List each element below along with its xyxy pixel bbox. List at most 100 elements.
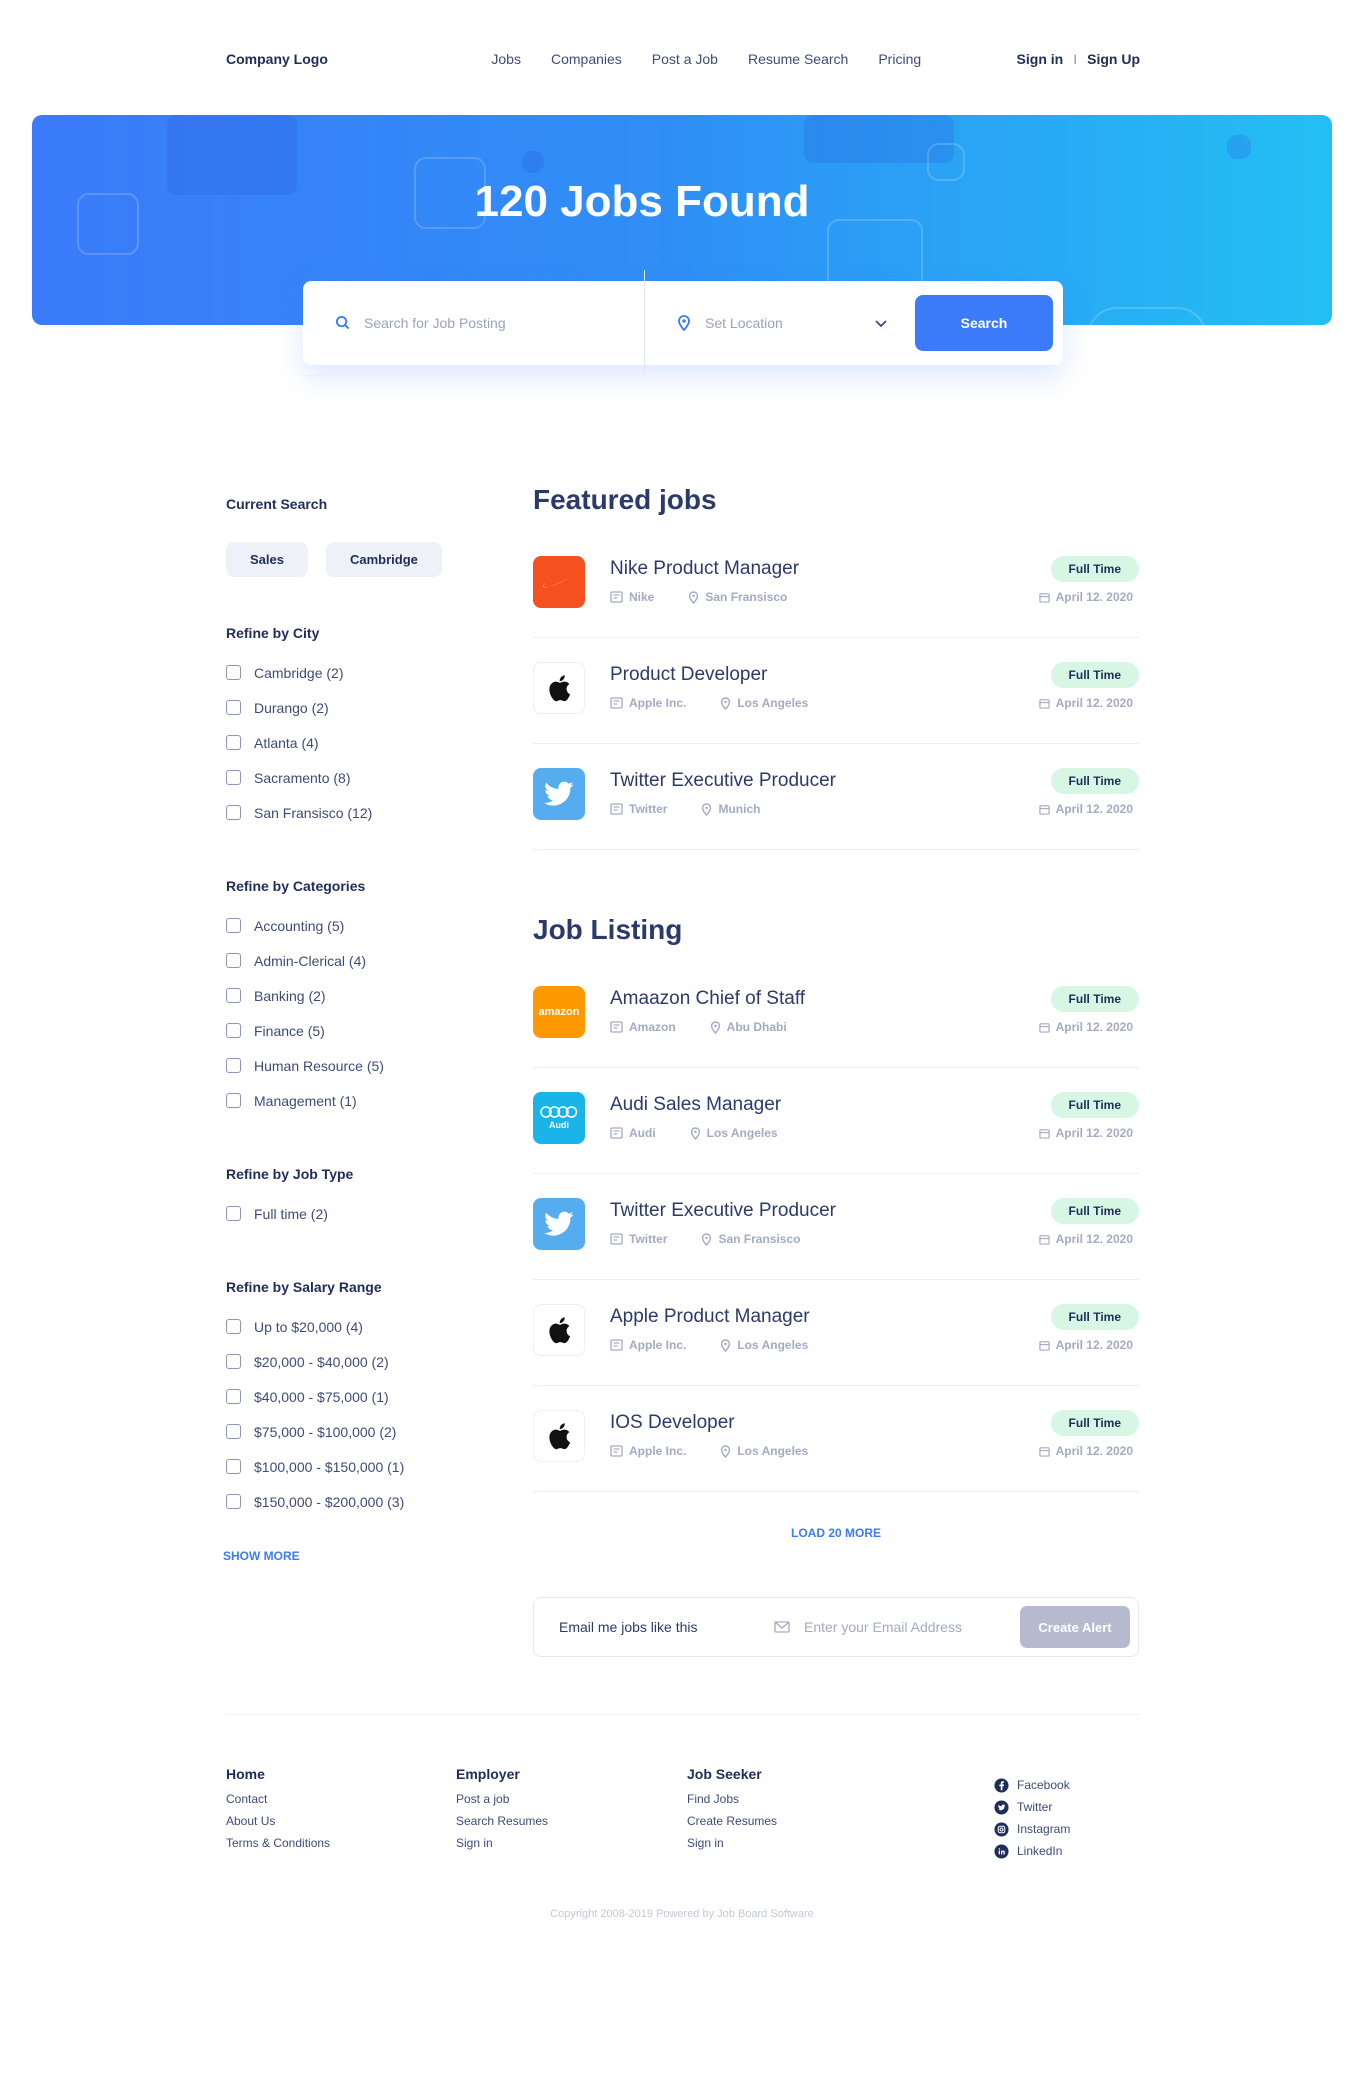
- job-location-name: Los Angeles: [737, 1444, 809, 1458]
- footer-link[interactable]: Terms & Conditions: [226, 1836, 330, 1858]
- city-checkbox[interactable]: Sacramento (8): [226, 760, 486, 795]
- job-search-input[interactable]: Search for Job Posting: [303, 270, 645, 376]
- job-location: Los Angeles: [690, 1126, 778, 1140]
- checkbox-box[interactable]: [226, 700, 241, 715]
- job-title[interactable]: Twitter Executive Producer: [610, 1200, 836, 1222]
- job-card[interactable]: Twitter Executive Producer Twitter San F…: [533, 1174, 1139, 1280]
- location-pin-icon: [690, 1126, 700, 1140]
- job-card[interactable]: Apple Product Manager Apple Inc. Los Ang…: [533, 1280, 1139, 1386]
- social-twitter[interactable]: Twitter: [994, 1796, 1070, 1818]
- footer-link[interactable]: Find Jobs: [687, 1792, 777, 1814]
- hero-decor: [522, 151, 544, 173]
- checkbox-box[interactable]: [226, 665, 241, 680]
- job-company-name: Apple Inc.: [629, 1444, 687, 1458]
- nav-jobs[interactable]: Jobs: [491, 51, 521, 67]
- footer-home-title[interactable]: Home: [226, 1766, 330, 1782]
- nav-pricing[interactable]: Pricing: [878, 51, 921, 67]
- checkbox-box[interactable]: [226, 1319, 241, 1334]
- nav-resume-search[interactable]: Resume Search: [748, 51, 848, 67]
- job-title[interactable]: IOS Developer: [610, 1412, 735, 1434]
- refine-city: Refine by City Cambridge (2) Durango (2)…: [226, 625, 486, 830]
- job-card[interactable]: IOS Developer Apple Inc. Los Angeles Ful…: [533, 1386, 1139, 1492]
- checkbox-box[interactable]: [226, 1389, 241, 1404]
- footer-link[interactable]: Create Resumes: [687, 1814, 777, 1836]
- footer-link[interactable]: About Us: [226, 1814, 330, 1836]
- create-alert-button[interactable]: Create Alert: [1020, 1606, 1130, 1648]
- company-logo[interactable]: Company Logo: [226, 51, 466, 67]
- checkbox-box[interactable]: [226, 953, 241, 968]
- salary-checkbox[interactable]: $100,000 - $150,000 (1): [226, 1449, 486, 1484]
- job-title[interactable]: Twitter Executive Producer: [610, 770, 836, 792]
- search-button[interactable]: Search: [915, 295, 1053, 351]
- job-card[interactable]: Product Developer Apple Inc. Los Angeles…: [533, 638, 1139, 744]
- salary-checkbox[interactable]: $150,000 - $200,000 (3): [226, 1484, 486, 1519]
- calendar-icon: [1038, 698, 1050, 709]
- checkbox-box[interactable]: [226, 1354, 241, 1369]
- filter-chip[interactable]: Cambridge: [325, 542, 442, 577]
- nav-post-a-job[interactable]: Post a Job: [652, 51, 718, 67]
- footer-link[interactable]: Contact: [226, 1792, 330, 1814]
- checkbox-box[interactable]: [226, 918, 241, 933]
- checkbox-box[interactable]: [226, 770, 241, 785]
- checkbox-box[interactable]: [226, 1424, 241, 1439]
- footer-link[interactable]: Search Resumes: [456, 1814, 548, 1836]
- city-checkbox[interactable]: San Fransisco (12): [226, 795, 486, 830]
- current-search-title: Current Search: [226, 496, 328, 512]
- checkbox-box[interactable]: [226, 805, 241, 820]
- category-checkbox[interactable]: Human Resource (5): [226, 1048, 486, 1083]
- company-logo-icon: [533, 1198, 585, 1250]
- location-select[interactable]: Set Location: [645, 281, 907, 365]
- checkbox-label: Management (1): [254, 1092, 357, 1109]
- city-checkbox[interactable]: Cambridge (2): [226, 655, 486, 690]
- checkbox-label: $100,000 - $150,000 (1): [254, 1458, 405, 1475]
- job-card[interactable]: Nike Product Manager Nike San Fransisco …: [533, 532, 1139, 638]
- social-linkedin[interactable]: LinkedIn: [994, 1840, 1070, 1862]
- refine-categories-title: Refine by Categories: [226, 878, 366, 894]
- city-checkbox[interactable]: Durango (2): [226, 690, 486, 725]
- sign-up-link[interactable]: Sign Up: [1087, 51, 1140, 67]
- checkbox-box[interactable]: [226, 1494, 241, 1509]
- checkbox-box[interactable]: [226, 1459, 241, 1474]
- job-title[interactable]: Product Developer: [610, 664, 767, 686]
- show-more-link[interactable]: SHOW MORE: [223, 1549, 486, 1563]
- nav-companies[interactable]: Companies: [551, 51, 622, 67]
- salary-checkbox[interactable]: $75,000 - $100,000 (2): [226, 1414, 486, 1449]
- job-title[interactable]: Nike Product Manager: [610, 558, 799, 580]
- salary-checkbox[interactable]: Up to $20,000 (4): [226, 1309, 486, 1344]
- footer-link[interactable]: Sign in: [687, 1836, 777, 1858]
- refine-salary: Refine by Salary Range Up to $20,000 (4)…: [226, 1279, 486, 1519]
- job-location: San Fransisco: [701, 1232, 800, 1246]
- salary-checkbox[interactable]: $40,000 - $75,000 (1): [226, 1379, 486, 1414]
- city-checkbox[interactable]: Atlanta (4): [226, 725, 486, 760]
- filter-chip[interactable]: Sales: [226, 542, 308, 577]
- category-checkbox[interactable]: Management (1): [226, 1083, 486, 1118]
- footer-link[interactable]: Post a job: [456, 1792, 548, 1814]
- checkbox-box[interactable]: [226, 1023, 241, 1038]
- job-location: Abu Dhabi: [710, 1020, 787, 1034]
- job-title[interactable]: Audi Sales Manager: [610, 1094, 781, 1116]
- job-title[interactable]: Amaazon Chief of Staff: [610, 988, 805, 1010]
- email-field[interactable]: Enter your Email Address: [774, 1619, 1020, 1635]
- checkbox-box[interactable]: [226, 1058, 241, 1073]
- category-checkbox[interactable]: Finance (5): [226, 1013, 486, 1048]
- category-checkbox[interactable]: Admin-Clerical (4): [226, 943, 486, 978]
- job-type-checkbox[interactable]: Full time (2): [226, 1196, 486, 1231]
- checkbox-box[interactable]: [226, 735, 241, 750]
- load-more-button[interactable]: LOAD 20 MORE: [533, 1526, 1139, 1540]
- checkbox-box[interactable]: [226, 1206, 241, 1221]
- footer-link[interactable]: Sign in: [456, 1836, 548, 1858]
- category-checkbox[interactable]: Banking (2): [226, 978, 486, 1013]
- sign-in-link[interactable]: Sign in: [1017, 51, 1064, 67]
- social-facebook[interactable]: Facebook: [994, 1774, 1070, 1796]
- category-checkbox[interactable]: Accounting (5): [226, 908, 486, 943]
- job-title[interactable]: Apple Product Manager: [610, 1306, 810, 1328]
- checkbox-box[interactable]: [226, 988, 241, 1003]
- job-location: Los Angeles: [720, 696, 808, 710]
- social-instagram[interactable]: Instagram: [994, 1818, 1070, 1840]
- job-card[interactable]: Audi Audi Sales Manager Audi Los Angeles…: [533, 1068, 1139, 1174]
- job-card[interactable]: Twitter Executive Producer Twitter Munic…: [533, 744, 1139, 850]
- checkbox-box[interactable]: [226, 1093, 241, 1108]
- salary-checkbox[interactable]: $20,000 - $40,000 (2): [226, 1344, 486, 1379]
- job-card[interactable]: amazon Amaazon Chief of Staff Amazon Abu…: [533, 962, 1139, 1068]
- job-type-badge: Full Time: [1050, 556, 1139, 582]
